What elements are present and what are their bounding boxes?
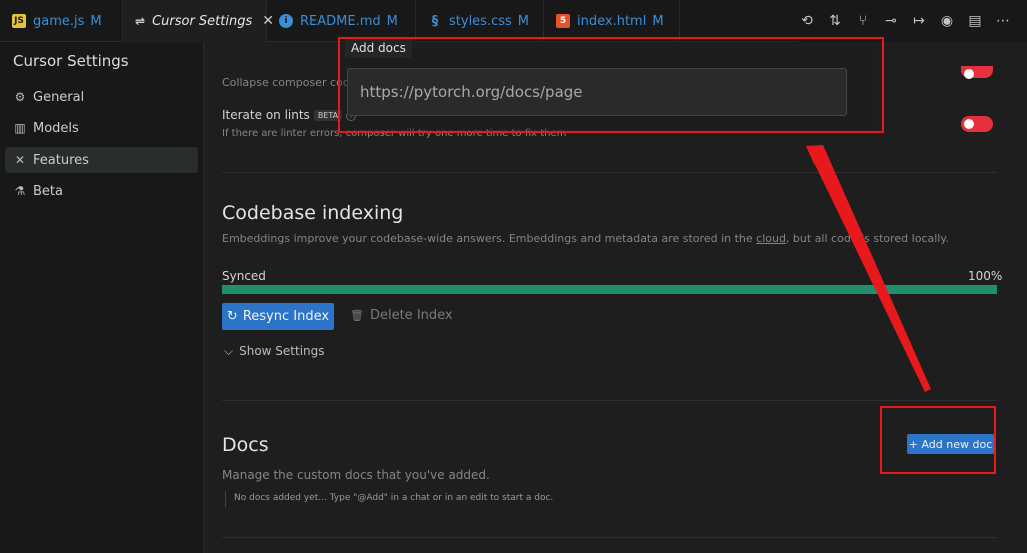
forward-icon[interactable]: ↦: [911, 13, 927, 29]
resync-index-button[interactable]: ↻ Resync Index: [222, 303, 334, 330]
sidebar-item-beta[interactable]: ⚗ Beta: [5, 178, 198, 204]
delete-index-button[interactable]: 🗑 Delete Index: [350, 308, 453, 323]
iterate-lints-toggle[interactable]: [961, 116, 993, 132]
settings-icon: ⇌: [135, 14, 146, 28]
show-settings-label: Show Settings: [239, 344, 325, 358]
sidebar-title: Cursor Settings: [13, 52, 129, 70]
docs-empty-state: No docs added yet... Type "@Add" in a ch…: [225, 491, 553, 507]
button-label: Delete Index: [369, 308, 453, 323]
modified-badge: M: [90, 13, 102, 29]
collapse-composer-label: Collapse composer code: [222, 76, 357, 89]
iterate-lints-title: Iterate on lints: [222, 108, 310, 122]
history-icon[interactable]: ⟲: [799, 13, 815, 29]
compare-icon[interactable]: ⇅: [827, 13, 843, 29]
collapse-toggle[interactable]: [961, 66, 993, 79]
tools-icon: ✕: [14, 153, 26, 167]
account-icon[interactable]: ◉: [939, 13, 955, 29]
sidebar-item-models[interactable]: ▥ Models: [5, 115, 198, 141]
iterate-lints-row: Iterate on lintsBETAi: [222, 108, 357, 122]
tab-label: README.md: [300, 13, 381, 29]
more-icon[interactable]: ⋯: [995, 13, 1011, 29]
css-icon: §: [431, 13, 439, 29]
sync-percent: 100%: [968, 269, 1003, 283]
source-control-icon[interactable]: ⑂: [855, 13, 871, 29]
refresh-icon: ↻: [226, 309, 238, 324]
docs-desc: Manage the custom docs that you've added…: [222, 468, 490, 482]
index-progress-bar: [222, 285, 997, 294]
desc-text: , but all code is stored locally.: [785, 232, 949, 245]
button-label: Resync Index: [242, 309, 330, 324]
modified-badge: M: [386, 13, 398, 29]
annotation-box-popup: [338, 37, 884, 133]
trash-icon: 🗑: [350, 309, 364, 322]
show-settings-toggle[interactable]: ⌵ Show Settings: [224, 344, 325, 359]
docs-title: Docs: [222, 434, 269, 456]
codebase-indexing-title: Codebase indexing: [222, 202, 404, 224]
app-window: JS game.js M ⇌ Cursor Settings ✕ i READM…: [0, 0, 1027, 553]
sidebar-item-features[interactable]: ✕ Features: [5, 147, 198, 173]
sidebar-item-label: Features: [33, 152, 89, 168]
cloud-link[interactable]: cloud: [756, 232, 786, 245]
flask-icon: ⚗: [14, 184, 26, 198]
settings-sidebar: Cursor Settings ⚙ General ▥ Models ✕ Fea…: [0, 42, 204, 553]
tab-game-js[interactable]: JS game.js M: [0, 0, 123, 42]
info-icon: i: [279, 14, 293, 28]
sidebar-item-label: Beta: [33, 183, 63, 199]
split-editor-icon[interactable]: ▤: [967, 13, 983, 29]
tab-label: styles.css: [449, 13, 512, 29]
index-progress-fill: [222, 285, 997, 294]
divider: [222, 400, 997, 401]
html-icon: 5: [556, 14, 570, 28]
tab-cursor-settings[interactable]: ⇌ Cursor Settings ✕: [123, 0, 274, 42]
sidebar-item-label: Models: [33, 120, 79, 136]
gear-icon: ⚙: [14, 90, 26, 104]
modified-badge: M: [652, 13, 664, 29]
tab-label: Cursor Settings: [152, 13, 253, 29]
sidebar-item-general[interactable]: ⚙ General: [5, 84, 198, 110]
sidebar-item-label: General: [33, 89, 85, 105]
modified-badge: M: [517, 13, 529, 29]
codebase-indexing-desc: Embeddings improve your codebase-wide an…: [222, 232, 949, 245]
tab-label: game.js: [33, 13, 85, 29]
annotation-box-add-doc: [880, 406, 996, 474]
js-icon: JS: [12, 14, 26, 28]
tab-label: index.html: [577, 13, 647, 29]
divider: [222, 537, 997, 538]
sync-status: Synced: [222, 269, 266, 283]
chart-icon: ▥: [14, 121, 26, 135]
desc-text: Embeddings improve your codebase-wide an…: [222, 232, 757, 245]
chevron-down-icon: ⌵: [224, 344, 234, 358]
commit-icon[interactable]: ⊸: [883, 13, 899, 29]
divider: [222, 172, 997, 173]
